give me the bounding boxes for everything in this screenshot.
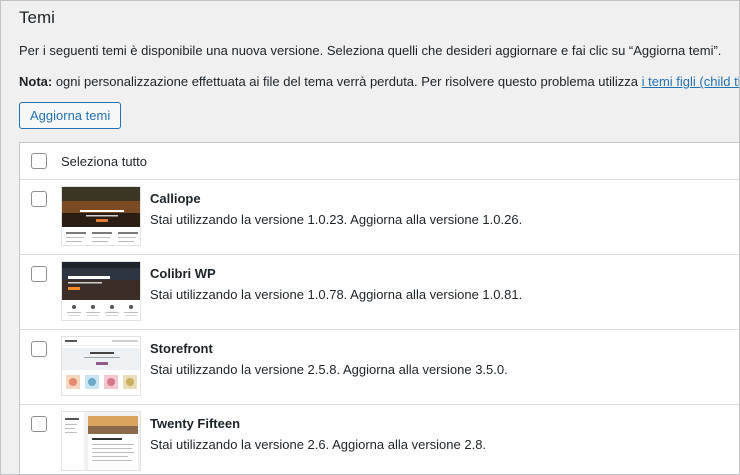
theme-screenshot-calliope: [61, 186, 141, 246]
note-text: Nota: ogni personalizzazione effettuata …: [19, 74, 739, 89]
theme-version-storefront: Stai utilizzando la versione 2.5.8. Aggi…: [150, 362, 508, 377]
theme-name-calliope: Calliope: [150, 191, 201, 206]
theme-checkbox-storefront[interactable]: [31, 341, 47, 357]
theme-name-twenty-fifteen: Twenty Fifteen: [150, 416, 241, 431]
select-all-checkbox[interactable]: [31, 153, 47, 169]
theme-row-storefront: Storefront Stai utilizzando la versione …: [20, 330, 739, 405]
theme-version-calliope: Stai utilizzando la versione 1.0.23. Agg…: [150, 212, 523, 227]
themes-table: Seleziona tutto Calliope Stai utilizzand…: [19, 142, 739, 474]
select-all-label[interactable]: Seleziona tutto: [61, 154, 147, 169]
select-all-row: Seleziona tutto: [20, 143, 739, 180]
page-title: Temi: [19, 8, 55, 27]
theme-checkbox-calliope[interactable]: [31, 191, 47, 207]
child-themes-link[interactable]: i temi figli (child themes): [642, 74, 739, 89]
theme-screenshot-twenty-fifteen: [61, 411, 141, 471]
theme-version-colibri-wp: Stai utilizzando la versione 1.0.78. Agg…: [150, 287, 523, 302]
theme-checkbox-twenty-fifteen[interactable]: [31, 416, 47, 432]
note-body: ogni personalizzazione effettuata ai fil…: [52, 74, 642, 89]
theme-screenshot-colibri-wp: [61, 261, 141, 321]
update-themes-button[interactable]: Aggiorna temi: [19, 102, 122, 129]
themes-update-panel: Temi Per i seguenti temi è disponibile u…: [0, 0, 740, 475]
intro-text: Per i seguenti temi è disponibile una nu…: [19, 43, 722, 58]
note-label: Nota:: [19, 74, 53, 89]
theme-row-colibri-wp: Colibri WP Stai utilizzando la versione …: [20, 255, 739, 330]
theme-row-twenty-fifteen: Twenty Fifteen Stai utilizzando la versi…: [20, 405, 739, 474]
theme-name-storefront: Storefront: [150, 341, 213, 356]
theme-version-twenty-fifteen: Stai utilizzando la versione 2.6. Aggior…: [150, 437, 487, 452]
theme-screenshot-storefront: [61, 336, 141, 396]
theme-name-colibri-wp: Colibri WP: [150, 266, 216, 281]
theme-row-calliope: Calliope Stai utilizzando la versione 1.…: [20, 180, 739, 255]
theme-checkbox-colibri-wp[interactable]: [31, 266, 47, 282]
